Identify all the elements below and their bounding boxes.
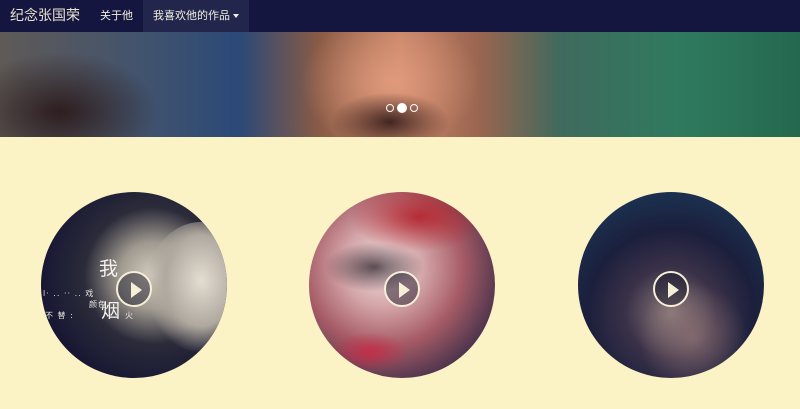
play-icon[interactable]	[384, 271, 420, 307]
work-thumbnail-2[interactable]	[309, 192, 495, 378]
nav-about-label: 关于他	[100, 9, 133, 22]
play-icon[interactable]	[653, 271, 689, 307]
caret-down-icon	[233, 14, 239, 18]
work-1-caption-2: 烟	[101, 300, 121, 322]
carousel-dot-2[interactable]	[397, 103, 407, 113]
carousel-dot-1[interactable]	[386, 104, 394, 112]
nav-works-label: 我喜欢他的作品	[153, 9, 230, 22]
carousel-dot-3[interactable]	[410, 104, 418, 112]
work-2-lips	[329, 332, 409, 372]
top-navbar: 纪念张国荣 关于他 我喜欢他的作品	[0, 0, 800, 32]
hero-shadow-nose	[330, 92, 450, 137]
hero-carousel[interactable]	[0, 32, 800, 137]
work-1-caption-small-4: 火	[125, 311, 134, 320]
work-thumbnail-3[interactable]	[578, 192, 764, 378]
work-thumbnail-1[interactable]: 我 l· .. ·· .. 戏 颜色 烟 不 替 : 火	[41, 192, 227, 378]
site-brand[interactable]: 纪念张国荣	[0, 0, 90, 32]
nav-works-dropdown[interactable]: 我喜欢他的作品	[143, 0, 249, 32]
nav-about[interactable]: 关于他	[90, 0, 143, 32]
work-1-face	[146, 222, 227, 352]
play-icon[interactable]	[116, 271, 152, 307]
hero-shadow	[0, 52, 160, 137]
work-1-caption-small-1: l· .. ·· .. 戏	[43, 289, 95, 298]
work-1-caption-small-3: 不 替 :	[45, 311, 74, 320]
carousel-indicators	[386, 103, 418, 113]
work-1-caption-1: 我	[99, 258, 119, 280]
